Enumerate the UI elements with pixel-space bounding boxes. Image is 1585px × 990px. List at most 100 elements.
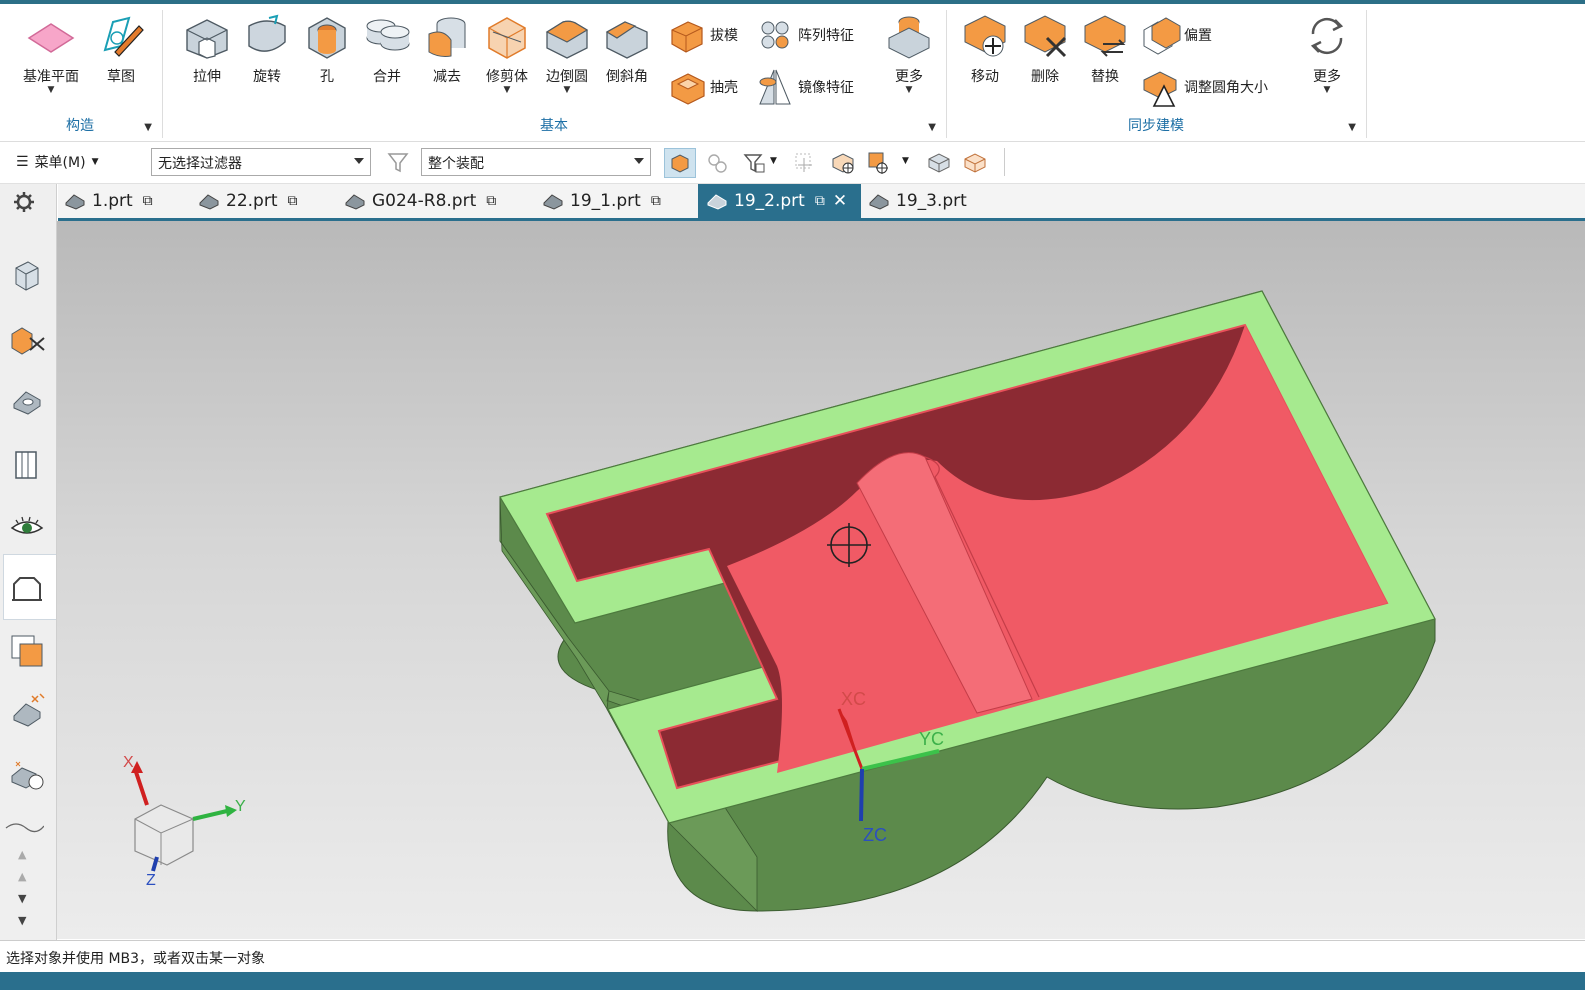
resize-blend-button[interactable]: 调整圆角大小: [1140, 64, 1268, 110]
external-link-icon[interactable]: ⧉: [287, 193, 297, 209]
scroll-up-icon[interactable]: ▲: [18, 848, 26, 861]
assembly-navigator-icon[interactable]: [792, 150, 818, 176]
revolve-icon: [248, 14, 286, 52]
view-triad[interactable]: X Y Z: [123, 754, 246, 889]
drafting-frame-icon[interactable]: [8, 570, 46, 608]
delete-face-button[interactable]: 删除: [1014, 12, 1076, 86]
mirror-feature-button[interactable]: 镜像特征: [754, 64, 854, 110]
measure-icon[interactable]: [8, 692, 46, 730]
shaded-view-icon[interactable]: [926, 150, 952, 176]
layer-settings-icon[interactable]: [8, 632, 46, 670]
toolbar-separator: [1004, 148, 1005, 176]
part-file-icon: [199, 194, 219, 210]
assembly-constraints-icon[interactable]: [8, 320, 46, 358]
snap-point-icon[interactable]: [704, 150, 730, 176]
wcs-z-axis[interactable]: [859, 768, 864, 822]
close-tab-icon[interactable]: ✕: [833, 191, 847, 211]
pattern-feature-button[interactable]: 阵列特征: [754, 12, 854, 58]
status-bar: 选择对象并使用 MB3，或者双击某一对象: [0, 940, 1585, 973]
replace-face-label: 替换: [1091, 69, 1119, 85]
chevron-down-icon[interactable]: ▼: [902, 156, 909, 166]
reuse-library-icon[interactable]: [8, 446, 46, 484]
group-expand-icon[interactable]: ▼: [144, 122, 152, 133]
ribbon-group-sync: 移动 删除 替换 偏置 调整圆角大小 更多 ▼ 同步建模 ▼: [948, 4, 1364, 141]
part-file-icon: [543, 194, 563, 210]
trim-body-button[interactable]: 修剪体 ▼: [476, 12, 538, 95]
chamfer-button[interactable]: 倒斜角: [596, 12, 658, 86]
group-expand-icon[interactable]: ▼: [928, 122, 936, 133]
chevron-down-icon[interactable]: ▼: [476, 86, 538, 95]
trim-body-label: 修剪体: [486, 69, 528, 85]
part-file-icon: [707, 194, 727, 210]
sketch-button[interactable]: 草图: [90, 12, 152, 86]
role-icon[interactable]: [8, 756, 46, 794]
extrude-icon: [186, 19, 228, 59]
scroll-up-small-icon[interactable]: ▲: [18, 870, 26, 883]
more-features-icon: [888, 16, 930, 59]
gear-icon[interactable]: [9, 184, 39, 220]
eye-icon[interactable]: [8, 508, 46, 546]
tab-19-3-prt[interactable]: 19_3.prt: [868, 184, 967, 218]
menu-button[interactable]: ☰ 菜单(M) ▼: [16, 152, 99, 172]
ribbon-group-construct: 基准平面 ▼ 草图 构造 ▼: [0, 4, 160, 141]
revolve-label: 旋转: [253, 69, 281, 85]
tab-g024-r8-prt[interactable]: G024-R8.prt ⧉: [344, 184, 496, 218]
datum-plane-button[interactable]: 基准平面 ▼: [20, 12, 82, 95]
move-face-button[interactable]: 移动: [954, 12, 1016, 86]
group-expand-icon[interactable]: ▼: [1348, 122, 1356, 133]
part-navigator-icon[interactable]: [8, 256, 46, 294]
part-file-icon[interactable]: [8, 382, 46, 420]
replace-face-button[interactable]: 替换: [1074, 12, 1136, 86]
shell-button[interactable]: 抽壳: [666, 64, 738, 110]
ribbon-group-label-construct: 构造: [66, 118, 94, 134]
tab-22-prt[interactable]: 22.prt ⧉: [198, 184, 297, 218]
subtract-button[interactable]: 减去: [416, 12, 478, 86]
basic-more-button[interactable]: 更多 ▼: [878, 12, 940, 95]
external-link-icon[interactable]: ⧉: [486, 193, 496, 209]
curve-rule-icon[interactable]: [742, 150, 768, 176]
trim-body-icon: [488, 17, 526, 59]
selection-scope-value: 整个装配: [428, 156, 484, 172]
hole-button[interactable]: 孔: [296, 12, 358, 86]
scroll-bottom-icon[interactable]: ▼: [18, 914, 26, 927]
draft-button[interactable]: 拔模: [666, 12, 738, 58]
ribbon: 基准平面 ▼ 草图 构造 ▼ 拉伸 旋转 孔 合并 减去 修剪体 ▼ 边倒圆 ▼…: [0, 4, 1585, 142]
dropdown-arrow-icon: [354, 158, 364, 164]
chamfer-icon: [605, 21, 648, 59]
extrude-button[interactable]: 拉伸: [176, 12, 238, 86]
move-object-icon[interactable]: [866, 150, 892, 176]
chevron-down-icon[interactable]: ▼: [20, 86, 82, 95]
external-link-icon[interactable]: ⧉: [651, 193, 661, 209]
triad-x-label: X: [123, 754, 134, 771]
chevron-down-icon[interactable]: ▼: [878, 86, 940, 95]
chevron-down-icon[interactable]: ▼: [1296, 86, 1358, 95]
tab-19-2-prt[interactable]: 19_2.prt ⧉ ✕: [698, 184, 861, 218]
wireframe-view-icon[interactable]: [962, 150, 988, 176]
filter-funnel-icon[interactable]: [386, 150, 412, 176]
edge-blend-button[interactable]: 边倒圆 ▼: [536, 12, 598, 95]
external-link-icon[interactable]: ⧉: [143, 193, 153, 209]
tab-19-1-prt[interactable]: 19_1.prt ⧉: [542, 184, 661, 218]
triad-x-axis: [133, 768, 149, 806]
hamburger-icon: ☰: [16, 154, 29, 170]
graphics-window[interactable]: XC YC ZC X Y Z: [57, 221, 1585, 939]
subtract-icon: [428, 17, 466, 57]
datum-plane-label: 基准平面: [23, 69, 79, 85]
move-face-label: 移动: [971, 69, 999, 85]
offset-region-button[interactable]: 偏置: [1140, 12, 1212, 58]
chevron-down-icon[interactable]: ▼: [536, 86, 598, 95]
selection-scope-select[interactable]: 整个装配: [421, 148, 651, 176]
chevron-down-icon[interactable]: ▼: [770, 156, 777, 166]
tab-label: 19_1.prt: [570, 191, 641, 211]
unite-button[interactable]: 合并: [356, 12, 418, 86]
external-link-icon[interactable]: ⧉: [815, 193, 825, 209]
show-hide-icon[interactable]: [830, 150, 856, 176]
select-features-toggle[interactable]: [664, 148, 696, 178]
model-canvas[interactable]: XC YC ZC X Y Z: [57, 221, 1585, 939]
solid-body-icon: [671, 154, 689, 173]
type-filter-select[interactable]: 无选择过滤器: [151, 148, 371, 176]
sync-more-button[interactable]: 更多 ▼: [1296, 12, 1358, 95]
scroll-down-icon[interactable]: ▼: [18, 892, 26, 905]
tab-1-prt[interactable]: 1.prt ⧉: [64, 184, 153, 218]
revolve-button[interactable]: 旋转: [236, 12, 298, 86]
